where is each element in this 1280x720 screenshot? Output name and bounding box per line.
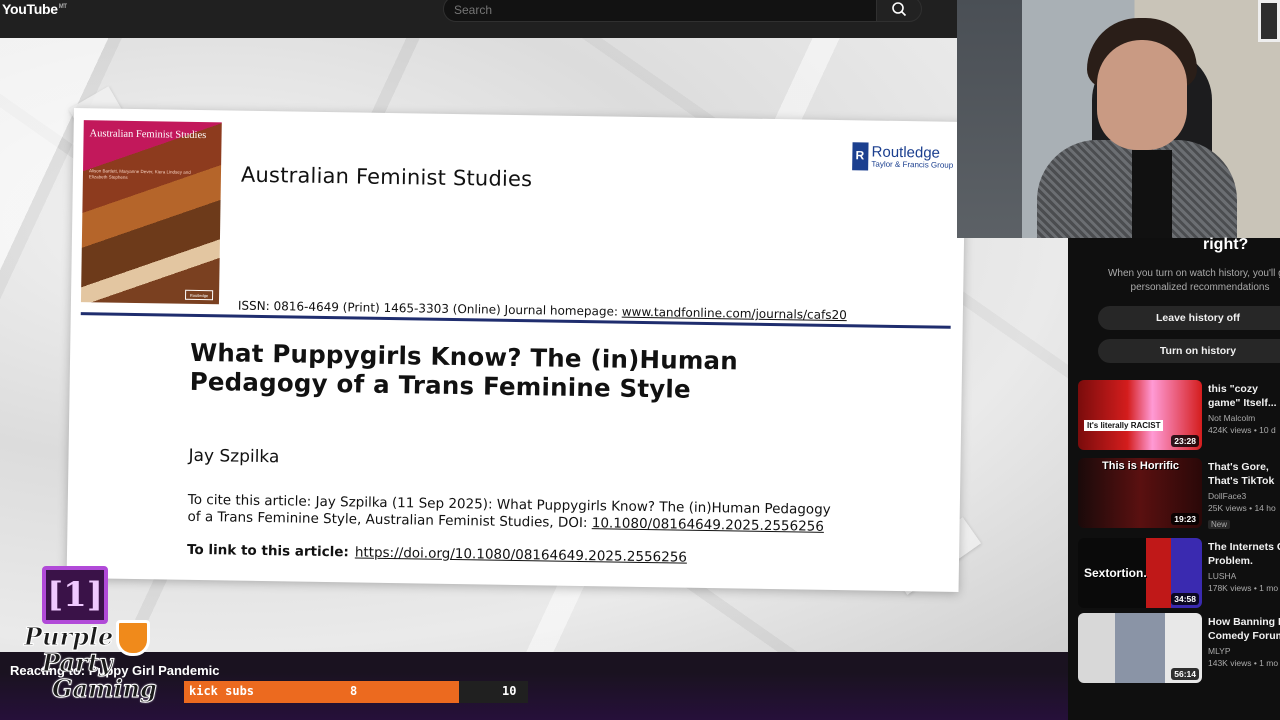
sidebar-heading: right? (1203, 236, 1249, 253)
journal-homepage-link[interactable]: www.tandfonline.com/journals/cafs20 (622, 305, 847, 323)
article-link-line: To link to this article: https://doi.org/… (186, 541, 688, 566)
shield-icon (116, 620, 150, 656)
journal-cover: Australian Feminist Studies Alison Bartl… (80, 120, 222, 305)
routledge-icon (852, 142, 869, 171)
recommendation-item[interactable]: It's literally RACIST 23:28 this "cozy g… (1078, 380, 1280, 452)
video-title[interactable]: this "cozy game" Itself... (1208, 382, 1280, 410)
sub-goal-current: 8 (350, 684, 358, 698)
video-meta: 178K views • 1 mo (1208, 583, 1279, 593)
youtube-logo[interactable]: YouTubeMT (2, 1, 67, 17)
video-thumbnail[interactable]: This is Horrific 19:23 (1078, 458, 1202, 528)
video-meta: 143K views • 1 mo (1208, 658, 1279, 668)
video-title[interactable]: The Internets C Problem. (1208, 540, 1280, 568)
video-meta: 424K views • 10 d (1208, 425, 1276, 435)
article-page: Australian Feminist Studies Alison Bartl… (66, 108, 966, 592)
new-badge: New (1208, 520, 1231, 529)
duration-badge: 34:58 (1171, 593, 1199, 605)
article-title: What Puppygirls Know? The (in)Human Peda… (189, 337, 739, 404)
recommendation-item[interactable]: Sextortion. 34:58 The Internets C Proble… (1078, 538, 1280, 610)
publisher-logo: RoutledgeTaylor & Francis Group (852, 142, 953, 172)
turn-on-history-button[interactable]: Turn on history (1098, 339, 1280, 363)
sub-goal-target: 10 (502, 684, 517, 698)
watch-history-message: When you turn on watch history, you'll g… (1107, 268, 1280, 293)
brand-badge: [1] (42, 566, 108, 624)
search-icon (892, 2, 907, 17)
video-meta: 25K views • 14 ho (1208, 503, 1276, 513)
search-box[interactable] (443, 0, 877, 23)
video-thumbnail[interactable]: Sextortion. 34:58 (1078, 538, 1202, 608)
recommendation-item[interactable]: This is Horrific 19:23 That's Gore, That… (1078, 458, 1280, 530)
citation: To cite this article: Jay Szpilka (11 Se… (187, 491, 831, 535)
search-input[interactable] (444, 0, 876, 23)
channel-name[interactable]: Not Malcolm (1208, 412, 1280, 424)
article-url-link[interactable]: https://doi.org/10.1080/08164649.2025.25… (355, 544, 687, 565)
cover-title: Australian Feminist Studies (89, 128, 207, 142)
channel-brand-logo: [1] Purple Party Gaming (6, 564, 166, 714)
stream-frame: YouTubeMT Australian Feminist Studies Al… (0, 0, 1280, 720)
cover-authors: Alison Bartlett, Maryanne Dever, Kiera L… (88, 168, 191, 180)
search-button[interactable] (876, 0, 922, 22)
duration-badge: 56:14 (1171, 668, 1199, 680)
video-thumbnail[interactable]: 56:14 (1078, 613, 1202, 683)
duration-badge: 19:23 (1171, 513, 1199, 525)
article-author: Jay Szpilka (188, 445, 280, 468)
webcam-feed (957, 0, 1280, 238)
leave-history-off-button[interactable]: Leave history off (1098, 306, 1280, 330)
channel-name[interactable]: DollFace3 (1208, 490, 1280, 502)
youtube-topbar: YouTubeMT (0, 0, 957, 38)
doi-link[interactable]: 10.1080/08164649.2025.2556256 (592, 515, 824, 535)
duration-badge: 23:28 (1171, 435, 1199, 447)
sub-goal-bar: kick subs 8 10 (184, 681, 528, 703)
cover-publisher-badge: Routledge (185, 289, 214, 301)
video-title[interactable]: That's Gore, That's TikTok (1208, 460, 1280, 488)
channel-name[interactable]: MLYP (1208, 645, 1280, 657)
video-title[interactable]: How Banning H Comedy Forum (1208, 615, 1280, 643)
channel-name[interactable]: LUSHA (1208, 570, 1280, 582)
video-thumbnail[interactable]: It's literally RACIST 23:28 (1078, 380, 1202, 450)
recommendation-item[interactable]: 56:14 How Banning H Comedy Forum MLYP 14… (1078, 613, 1280, 685)
sub-goal-label: kick subs (189, 684, 255, 698)
journal-name: Australian Feminist Studies (240, 162, 533, 192)
